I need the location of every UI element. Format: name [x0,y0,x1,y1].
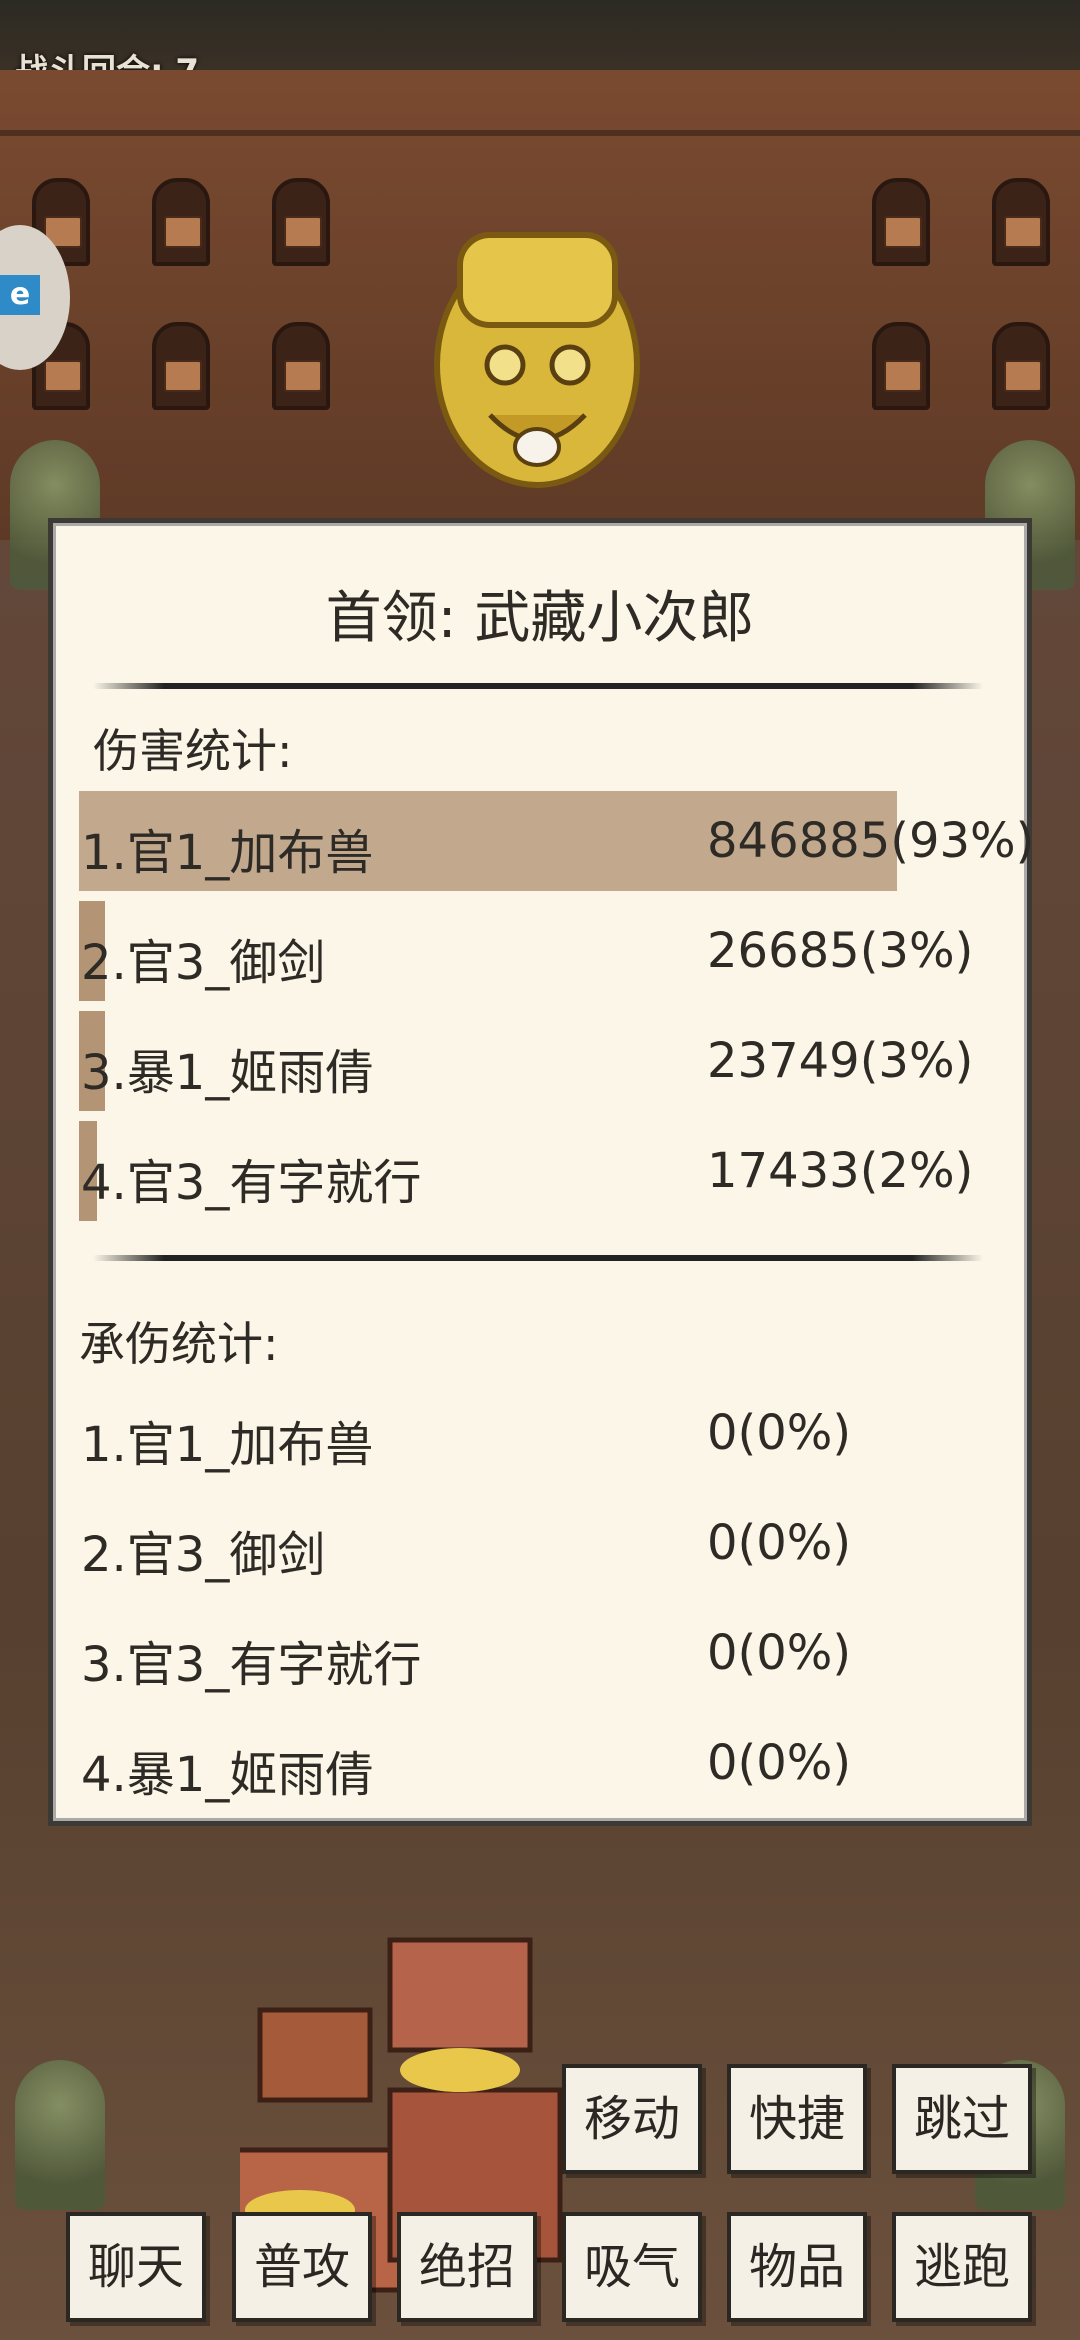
chat-button[interactable]: 聊天 [66,2212,206,2322]
damage-row-name: 2.官3_御剑 [81,935,326,991]
boss-title: 首领: 武藏小次郎 [325,586,755,651]
taken-row-name: 4.暴1_姬雨倩 [81,1747,374,1803]
move-button[interactable]: 移动 [562,2064,702,2174]
taken-row-value: 0(0%) [707,1515,852,1571]
golden-beast-boss-icon[interactable] [420,215,655,495]
taken-row-value: 0(0%) [707,1405,852,1461]
damage-row-value: 846885(93%) [707,813,1035,869]
taken-row-value: 0(0%) [707,1625,852,1681]
wall-niche-icon [272,322,330,410]
divider [93,683,983,689]
damage-taken-row: 1.官1_加布兽 0(0%) [79,1383,959,1483]
taken-row-name: 1.官1_加布兽 [81,1417,374,1473]
taken-row-name: 3.官3_有字就行 [81,1637,422,1693]
wall-niche-icon [992,322,1050,410]
damage-stats-heading: 伤害统计: [93,724,293,778]
skip-button[interactable]: 跳过 [892,2064,1032,2174]
ultimate-button[interactable]: 绝招 [397,2212,537,2322]
wall-niche-icon [272,178,330,266]
wall-niche-icon [152,322,210,410]
damage-row: 4.官3_有字就行 17433(2%) [79,1121,973,1221]
damage-row-name: 3.暴1_姬雨倩 [81,1045,374,1101]
damage-taken-heading: 承伤统计: [79,1317,279,1371]
wall-niche-icon [152,178,210,266]
wall-niche-icon [992,178,1050,266]
divider [93,1255,983,1261]
damage-row-name: 4.官3_有字就行 [81,1155,422,1211]
items-button[interactable]: 物品 [727,2212,867,2322]
damage-row-name: 1.官1_加布兽 [81,825,374,881]
damage-row: 3.暴1_姬雨倩 23749(3%) [79,1011,973,1111]
damage-row-value: 26685(3%) [707,923,974,979]
app-logo-icon: e [0,275,40,315]
normal-attack-button[interactable]: 普攻 [232,2212,372,2322]
damage-taken-row: 2.官3_御剑 0(0%) [79,1493,959,1593]
breathe-button[interactable]: 吸气 [562,2212,702,2322]
wall-niche-icon [872,178,930,266]
damage-row-value: 17433(2%) [707,1143,974,1199]
damage-row-value: 23749(3%) [707,1033,974,1089]
battle-stats-panel: 首领: 武藏小次郎 伤害统计: 1.官1_加布兽 846885(93%) 2.官… [48,518,1034,1826]
quick-button[interactable]: 快捷 [727,2064,867,2174]
damage-taken-row: 3.官3_有字就行 0(0%) [79,1603,959,1703]
damage-taken-row: 4.暴1_姬雨倩 0(0%) [79,1713,959,1813]
taken-row-name: 2.官3_御剑 [81,1527,326,1583]
flee-button[interactable]: 逃跑 [892,2212,1032,2322]
wall-niche-icon [872,322,930,410]
taken-row-value: 0(0%) [707,1735,852,1791]
crane-statue-icon [15,2060,105,2210]
damage-row: 2.官3_御剑 26685(3%) [79,901,973,1001]
damage-row: 1.官1_加布兽 846885(93%) [79,791,1034,891]
